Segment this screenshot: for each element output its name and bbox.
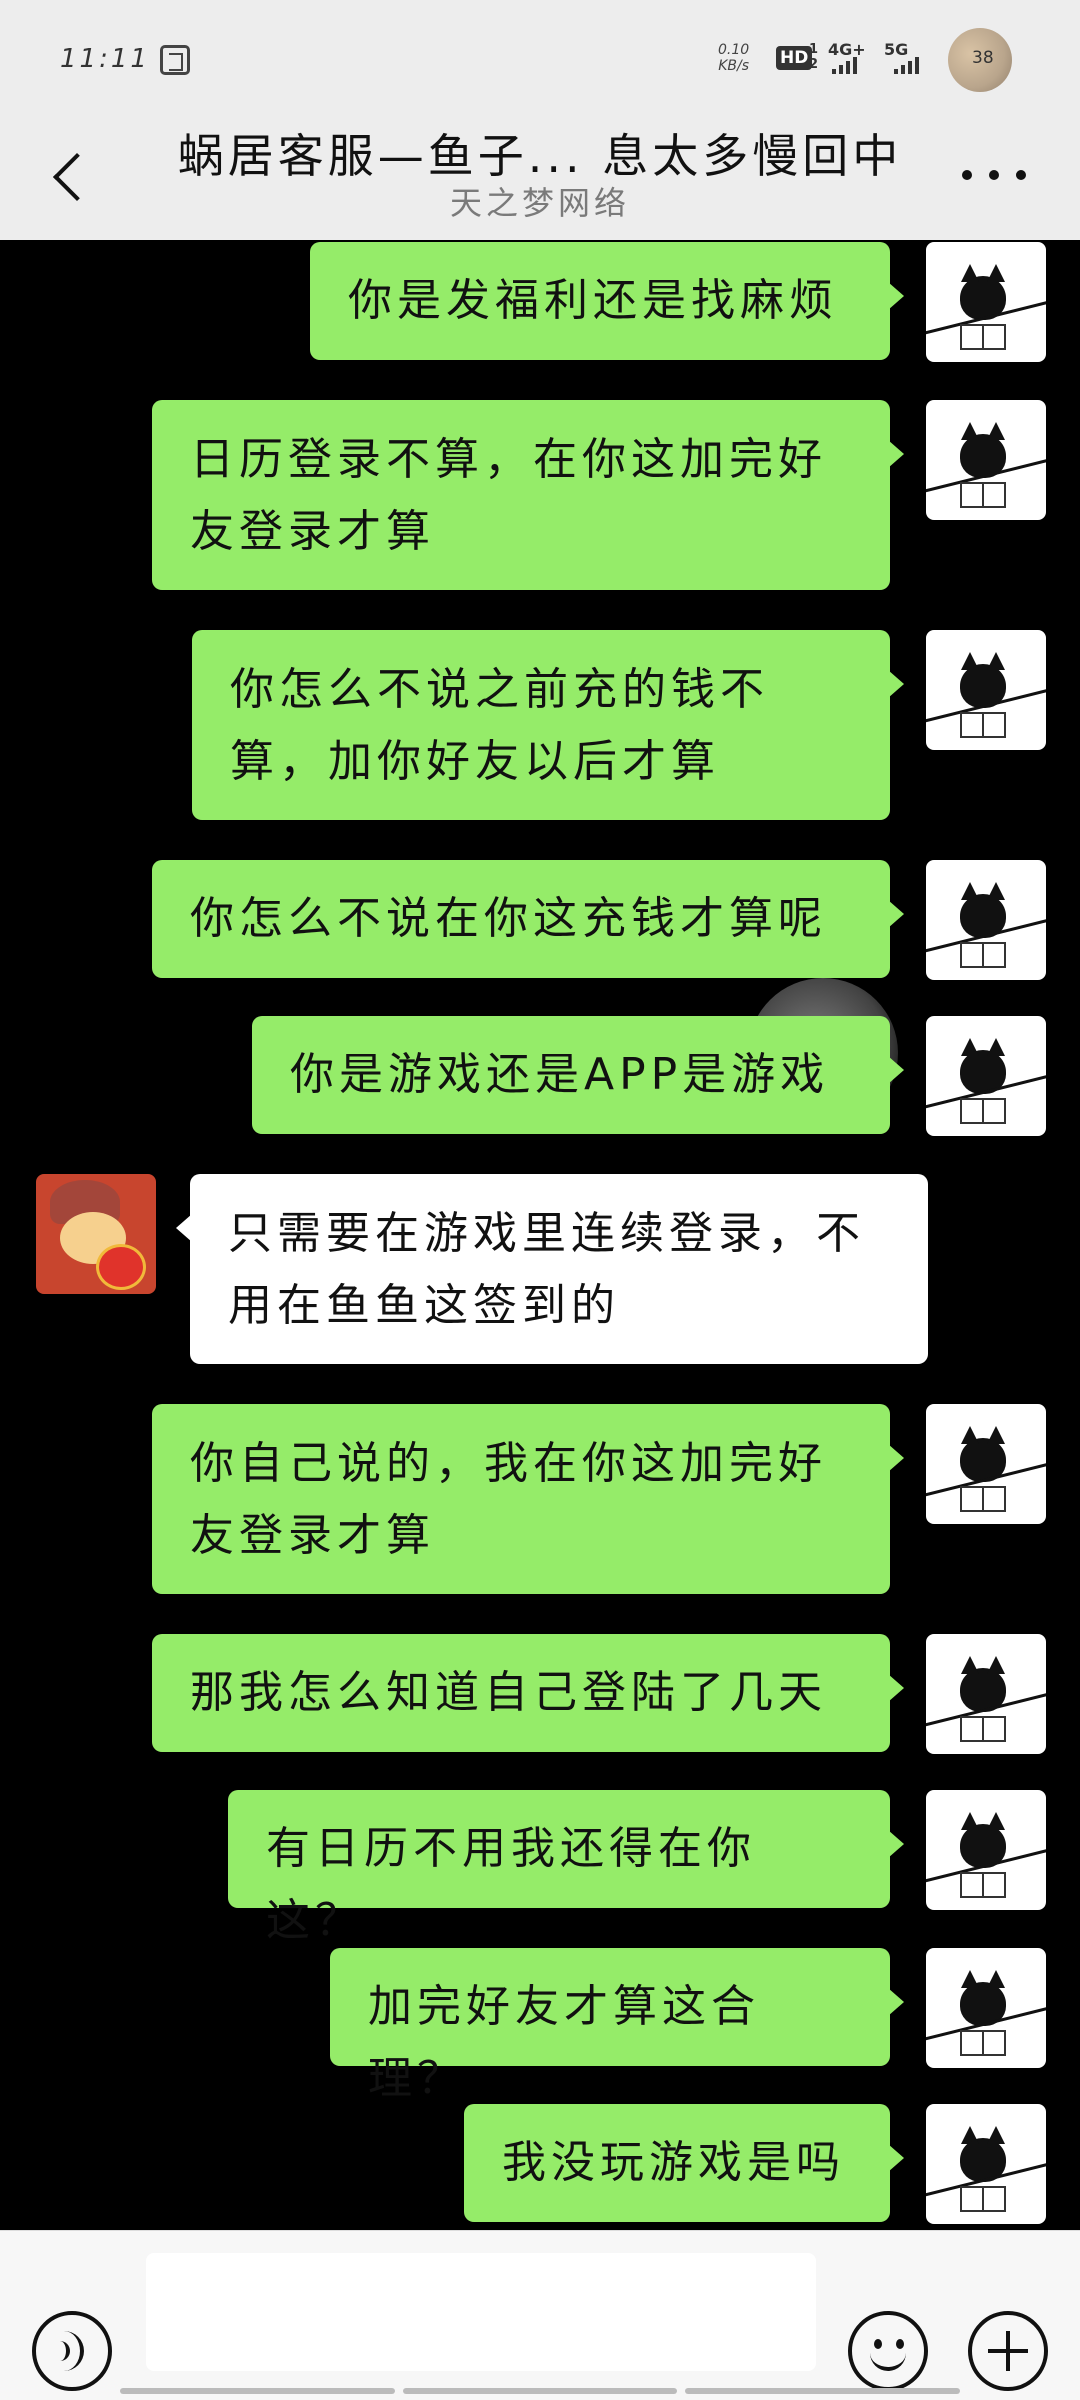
customer-service-avatar[interactable] xyxy=(36,1174,156,1294)
hd-sim-top: 1 xyxy=(809,42,819,57)
network-speed: 0.10 KB/s xyxy=(718,42,749,74)
emoji-icon xyxy=(874,2339,882,2349)
my-avatar[interactable] xyxy=(926,630,1046,750)
home-indicator[interactable] xyxy=(120,2388,961,2394)
message-bubble[interactable]: 只需要在游戏里连续登录，不用在鱼鱼这签到的 xyxy=(176,1174,928,1364)
message-bubble[interactable]: 有日历不用我还得在你这？ xyxy=(228,1790,904,1946)
message-bubble[interactable]: 你怎么不说在你这充钱才算呢 xyxy=(152,860,904,978)
message-bubble[interactable]: 加完好友才算这合理？ xyxy=(330,1948,904,2104)
hd-sim-bottom: 2 xyxy=(809,57,819,72)
signal-strength-icon-1 xyxy=(832,56,857,74)
message-input[interactable] xyxy=(146,2253,816,2371)
my-avatar[interactable] xyxy=(926,1634,1046,1754)
chat-subtitle: 天之梦网络 xyxy=(449,184,630,222)
more-options-button[interactable] xyxy=(962,160,1026,190)
my-avatar[interactable] xyxy=(926,1404,1046,1524)
my-avatar[interactable] xyxy=(926,400,1046,520)
chat-message-list[interactable]: 你是发福利还是找麻烦 日历登录不算，在你这加完好友登录才算 你怎么不说之前充的钱… xyxy=(0,240,1080,2230)
more-dots-icon xyxy=(962,170,972,180)
emoji-button[interactable] xyxy=(848,2311,928,2391)
hd-voice-icon: HD xyxy=(776,46,813,70)
my-avatar[interactable] xyxy=(926,1016,1046,1136)
message-bubble[interactable]: 你自己说的，我在你这加完好友登录才算 xyxy=(152,1404,904,1594)
message-bubble[interactable]: 你怎么不说之前充的钱不算，加你好友以后才算 xyxy=(192,630,904,820)
my-avatar[interactable] xyxy=(926,2104,1046,2224)
message-bubble[interactable]: 你是发福利还是找麻烦 xyxy=(310,242,904,360)
signal-strength-icon-2 xyxy=(894,56,919,74)
status-time: 11:11 xyxy=(60,44,150,74)
notification-icon xyxy=(160,45,190,75)
battery-level: 38 xyxy=(972,48,994,68)
network-speed-unit: KB/s xyxy=(718,58,749,74)
my-avatar[interactable] xyxy=(926,242,1046,362)
hd-sim-indicator: 1 2 xyxy=(809,42,818,72)
more-functions-button[interactable] xyxy=(968,2311,1048,2391)
message-bubble[interactable]: 你是游戏还是APP是游戏 xyxy=(252,1016,904,1134)
my-avatar[interactable] xyxy=(926,1948,1046,2068)
input-bar xyxy=(0,2230,1080,2400)
status-bar: 11:11 0.10 KB/s HD 1 2 4G+ 5G 38 xyxy=(0,0,1080,120)
chat-title: 蜗居客服—鱼子... 息太多慢回中 xyxy=(177,129,903,183)
chat-header: 蜗居客服—鱼子... 息太多慢回中 天之梦网络 xyxy=(0,120,1080,240)
voice-input-button[interactable] xyxy=(32,2311,112,2391)
message-bubble[interactable]: 那我怎么知道自己登陆了几天 xyxy=(152,1634,904,1752)
my-avatar[interactable] xyxy=(926,860,1046,980)
message-bubble[interactable]: 我没玩游戏是吗 xyxy=(464,2104,904,2222)
message-bubble[interactable]: 日历登录不算，在你这加完好友登录才算 xyxy=(152,400,904,590)
my-avatar[interactable] xyxy=(926,1790,1046,1910)
network-speed-value: 0.10 xyxy=(718,42,750,58)
